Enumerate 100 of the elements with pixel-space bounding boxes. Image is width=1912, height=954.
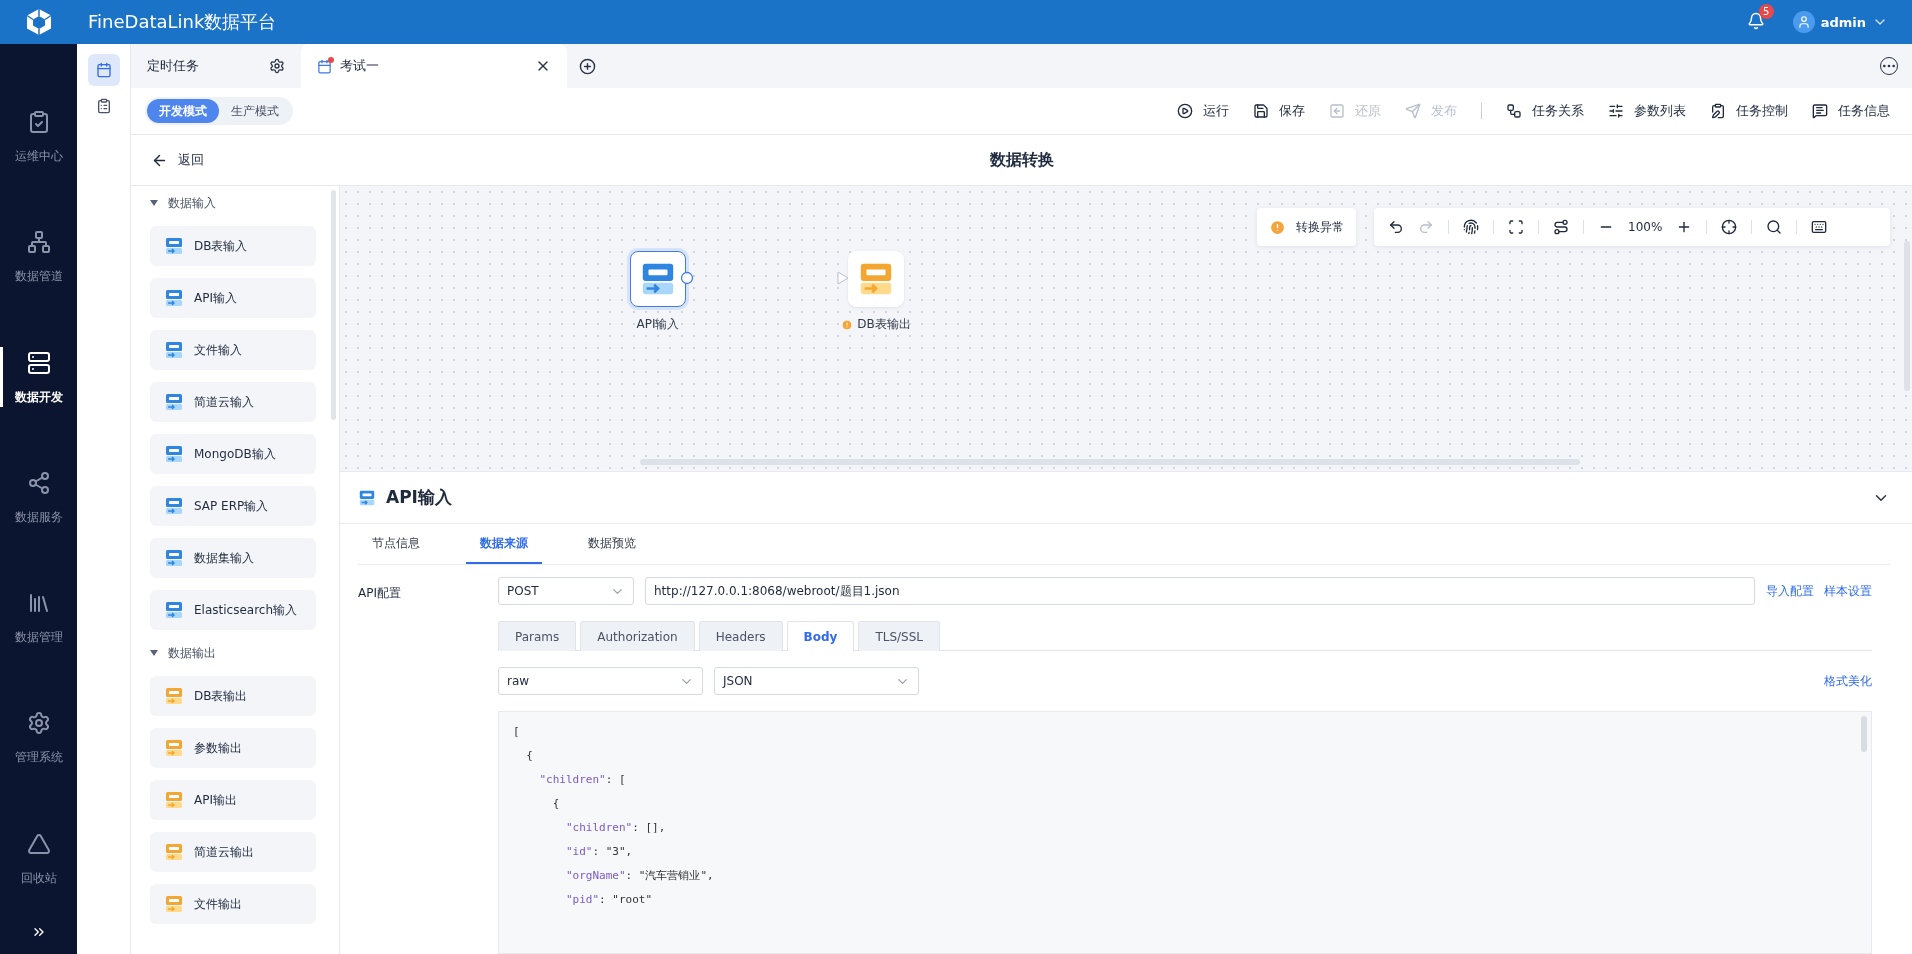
input-node-icon <box>164 236 184 256</box>
node-palette-item[interactable]: DB表输出 <box>150 676 316 716</box>
share-icon <box>26 470 51 495</box>
mode-button[interactable]: 开发模式 <box>147 99 219 123</box>
node-palette-item[interactable]: SAP ERP输入 <box>150 486 316 526</box>
search-icon[interactable] <box>1766 219 1783 235</box>
node-palette-item[interactable]: 文件输出 <box>150 884 316 924</box>
body-type-select[interactable]: raw <box>498 667 703 695</box>
code-line: "children": [ <box>538 772 627 788</box>
request-tab[interactable]: TLS/SSL <box>858 621 941 651</box>
triangle-icon <box>26 831 51 856</box>
settings-icon[interactable] <box>269 58 285 74</box>
tab[interactable]: 考试一 <box>301 44 567 88</box>
node-palette-item[interactable]: Elasticsearch输入 <box>150 590 316 630</box>
nav-item[interactable]: 数据管理 <box>0 563 77 684</box>
nav-item[interactable]: 数据开发 <box>0 322 77 443</box>
user-avatar[interactable] <box>1792 11 1815 33</box>
node-label: API输入 <box>636 316 680 333</box>
node-palette-item[interactable]: API输入 <box>150 278 316 318</box>
rail-button[interactable] <box>87 54 120 86</box>
request-tab[interactable]: Authorization <box>580 621 695 651</box>
send-icon <box>1405 103 1421 119</box>
back-button[interactable]: 返回 <box>151 151 204 169</box>
tab[interactable]: 定时任务 <box>131 44 301 88</box>
return-icon <box>1329 103 1345 119</box>
app-title: FineDataLink数据平台 <box>88 10 277 34</box>
nav-item[interactable]: 运维中心 <box>0 82 77 203</box>
nav-item[interactable]: 数据管道 <box>0 202 77 323</box>
node-palette-item[interactable]: DB表输入 <box>150 226 316 266</box>
logo-icon <box>26 8 52 36</box>
url-field[interactable]: http://127.0.0.1:8068/webroot/题目1.json <box>645 577 1755 605</box>
node-label: DB表输出 <box>841 316 911 333</box>
toolbar-button[interactable]: 任务关系 <box>1506 102 1584 120</box>
nav-label: 数据管道 <box>14 268 63 286</box>
link[interactable]: 导入配置 <box>1766 582 1814 600</box>
node-palette-item[interactable]: 数据集输入 <box>150 538 316 578</box>
format-select[interactable]: JSON <box>714 667 919 695</box>
link[interactable]: 样本设置 <box>1824 582 1872 600</box>
scrollbar-thumb[interactable] <box>1904 241 1910 391</box>
zoom-level: 100% <box>1628 220 1663 234</box>
nav-label: 管理系统 <box>14 749 63 767</box>
add-tab-icon[interactable] <box>579 57 596 75</box>
section-header[interactable]: 数据输入 <box>150 192 339 214</box>
nav-item[interactable]: 数据服务 <box>0 442 77 564</box>
section-title: 数据输入 <box>168 194 216 212</box>
input-node-icon <box>164 340 184 360</box>
panel-tab[interactable]: 节点信息 <box>358 524 434 564</box>
bell-icon[interactable] <box>1746 12 1765 30</box>
output-port-icon[interactable] <box>680 271 694 285</box>
toolbar-button[interactable]: 参数列表 <box>1608 102 1686 120</box>
code-line: [ <box>513 724 521 740</box>
notification-count: 5 <box>1758 4 1774 19</box>
request-tab[interactable]: Params <box>498 621 577 651</box>
mode-button[interactable]: 生产模式 <box>219 99 291 123</box>
section-header[interactable]: 数据输出 <box>150 642 339 664</box>
keyboard-icon[interactable] <box>1811 219 1828 235</box>
node-palette-item[interactable]: 简道云输入 <box>150 382 316 422</box>
user-name[interactable]: admin <box>1820 14 1866 30</box>
scrollbar-thumb[interactable] <box>331 190 336 420</box>
request-tab[interactable]: Body <box>786 621 855 651</box>
crosshair-icon[interactable] <box>1721 219 1738 235</box>
method-select[interactable]: POST <box>498 577 634 605</box>
save-icon <box>1253 103 1269 119</box>
nav-label: 回收站 <box>20 869 57 887</box>
gear-icon <box>26 711 51 736</box>
input-node-icon <box>164 548 184 568</box>
panel-tab[interactable]: 数据预览 <box>574 524 650 564</box>
code-editor[interactable]: [ { "children": [ { "children": [], "id": "3", "orgName": "汽车营销业", "pid": "root" <box>498 711 1872 954</box>
node-palette-item[interactable]: 文件输入 <box>150 330 316 370</box>
fingerprint-icon[interactable] <box>1463 219 1479 235</box>
message-icon <box>1812 103 1828 119</box>
link[interactable]: 格式美化 <box>1824 672 1872 690</box>
server-icon <box>26 350 51 375</box>
route-icon[interactable] <box>1553 219 1569 235</box>
request-tab[interactable]: Headers <box>698 621 783 651</box>
toolbar-button[interactable]: 任务信息 <box>1812 102 1890 120</box>
code-line: "children": [], <box>565 820 667 836</box>
nav-label: 数据管理 <box>14 629 63 647</box>
calendar-icon <box>317 58 332 74</box>
code-line: { <box>551 796 561 812</box>
node-palette-item[interactable]: API输出 <box>150 780 316 820</box>
status-chip[interactable]: 转换异常 <box>1257 208 1356 246</box>
toolbar-button[interactable]: 保存 <box>1253 102 1305 120</box>
node-palette-item[interactable]: 简道云输出 <box>150 832 316 872</box>
canvas[interactable]: API输入 DB表输出 转换异常 100% <box>340 186 1912 471</box>
scrollbar-thumb[interactable] <box>1861 716 1867 752</box>
fit-view-icon[interactable] <box>1508 219 1524 235</box>
nav-item[interactable]: 管理系统 <box>0 683 77 804</box>
toolbar-button[interactable]: 任务控制 <box>1710 102 1788 120</box>
output-node-icon <box>164 738 184 758</box>
flow-node[interactable] <box>630 251 686 307</box>
toolbar-button[interactable]: 运行 <box>1177 102 1229 120</box>
output-node-icon <box>164 686 184 706</box>
code-line: "orgName": "汽车营销业", <box>565 868 715 884</box>
warning-icon <box>1269 218 1286 236</box>
node-palette-item[interactable]: 参数输出 <box>150 728 316 768</box>
undo-icon[interactable] <box>1388 219 1404 235</box>
node-palette-item[interactable]: MongoDB输入 <box>150 434 316 474</box>
panel-tab[interactable]: 数据来源 <box>466 524 542 564</box>
nav-item[interactable]: 回收站 <box>0 803 77 924</box>
